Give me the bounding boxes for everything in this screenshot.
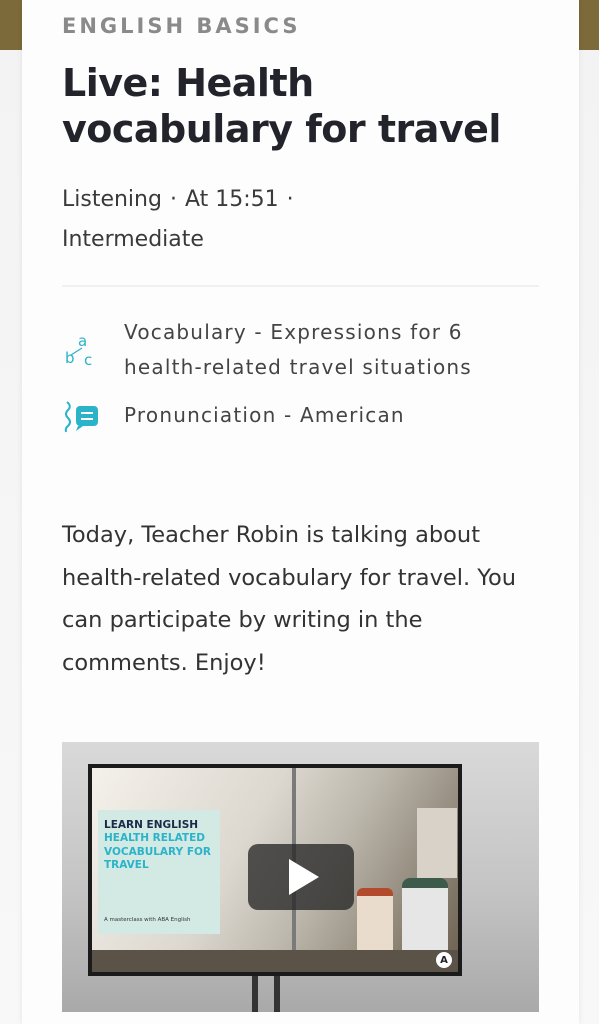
play-button[interactable]	[248, 844, 354, 910]
feature-vocabulary-text: Vocabulary - Expressions for 6 health-re…	[124, 320, 472, 379]
tv-stand	[252, 976, 258, 1012]
pronunciation-speech-icon	[62, 398, 102, 438]
tv-stand	[274, 976, 280, 1012]
page-margin-right	[579, 50, 599, 1024]
lesson-card: ENGLISH BASICS Live: Health vocabulary f…	[22, 0, 579, 1024]
header-strip-right	[579, 0, 599, 50]
svg-text:b: b	[65, 349, 75, 367]
page-margin-left	[0, 50, 22, 1024]
category-label: ENGLISH BASICS	[62, 14, 301, 38]
time-label: At 15:51	[184, 187, 279, 212]
svg-text:c: c	[84, 351, 92, 369]
meta-separator: ·	[286, 187, 294, 212]
lesson-title: Live: Health vocabulary for travel	[62, 61, 501, 151]
feature-pronunciation: Pronunciation - American	[62, 398, 542, 438]
brand-badge: A	[436, 952, 452, 968]
promo-line-2: HEALTH RELATED VOCABULARY FOR TRAVEL	[104, 832, 211, 871]
feature-vocabulary: a b c Vocabulary - Expressions for 6 hea…	[62, 315, 542, 385]
play-icon	[289, 859, 319, 895]
svg-text:a: a	[78, 332, 87, 350]
video-promo-card: LEARN ENGLISH HEALTH RELATED VOCABULARY …	[98, 810, 220, 934]
meta-separator: ·	[169, 187, 177, 212]
lesson-description: Today, Teacher Robin is talking about he…	[62, 522, 517, 676]
header-strip-left	[0, 0, 22, 50]
promo-line-1: LEARN ENGLISH	[104, 819, 199, 831]
divider	[62, 285, 539, 287]
promo-small-text: A masterclass with ABA English	[104, 917, 191, 923]
video-player[interactable]: LEARN ENGLISH HEALTH RELATED VOCABULARY …	[62, 742, 539, 1012]
skill-label: Listening	[62, 187, 162, 212]
level-label: Intermediate	[62, 227, 204, 252]
vocabulary-abc-icon: a b c	[62, 331, 102, 371]
feature-pronunciation-text: Pronunciation - American	[124, 403, 405, 427]
lesson-meta: Listening · At 15:51 · Intermediate	[62, 180, 539, 260]
